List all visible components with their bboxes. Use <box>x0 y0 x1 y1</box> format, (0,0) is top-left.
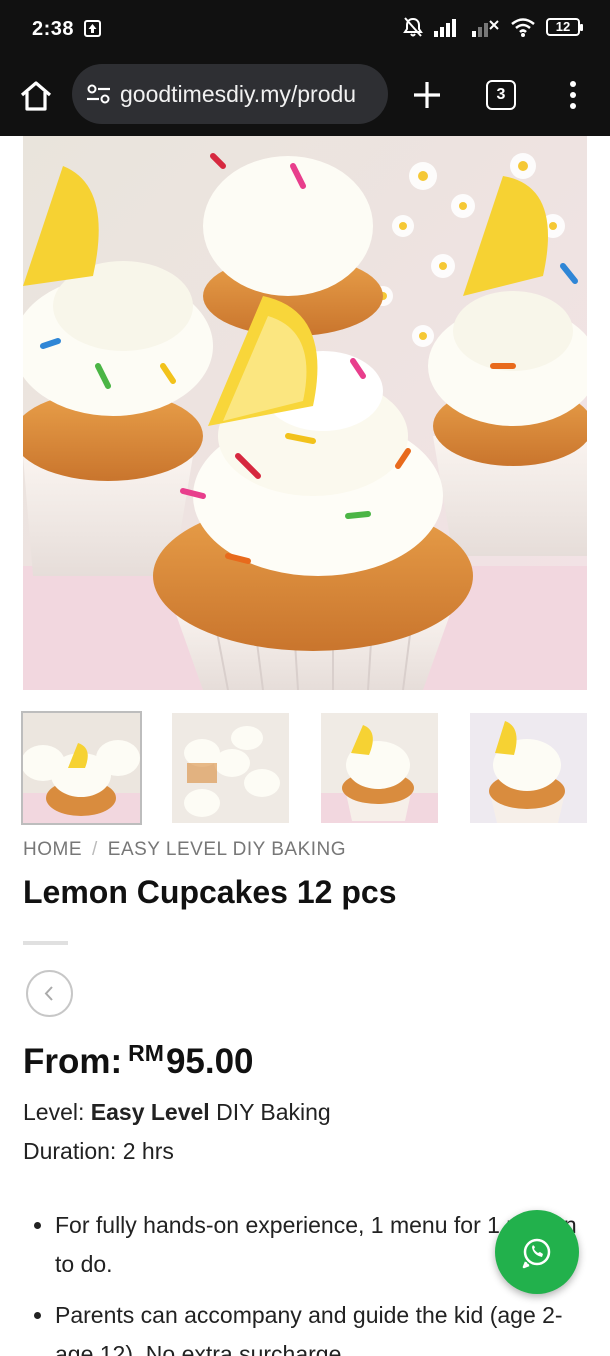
breadcrumb-category-link[interactable]: EASY LEVEL DIY BAKING <box>108 839 346 860</box>
thumbnail-1[interactable] <box>21 711 142 825</box>
price-amount: 95.00 <box>165 1042 254 1081</box>
mute-icon <box>403 17 423 37</box>
thumbnail-2[interactable] <box>172 713 289 823</box>
thumbnail-strip <box>21 711 587 825</box>
product-main-image[interactable] <box>23 136 587 690</box>
level-label: Level: <box>23 1099 85 1125</box>
thumbnail-3[interactable] <box>321 713 438 823</box>
product-title: Lemon Cupcakes 12 pcs <box>23 874 397 910</box>
product-price: From: RM95.00 <box>23 1040 254 1082</box>
price-prefix: From: <box>23 1042 123 1081</box>
more-vert-icon[interactable] <box>562 80 584 110</box>
signal-weak-icon <box>472 20 499 37</box>
thumbnail-4[interactable] <box>470 713 587 823</box>
status-icons: 12 <box>402 16 583 38</box>
list-item: Parents can accompany and guide the kid … <box>23 1296 593 1356</box>
chevron-left-icon <box>44 986 53 1001</box>
duration-line: Duration: 2 hrs <box>23 1138 174 1164</box>
home-icon[interactable] <box>18 78 54 114</box>
price-currency: RM <box>128 1040 164 1066</box>
status-time: 2:38 <box>32 18 75 40</box>
plus-icon[interactable] <box>410 78 444 112</box>
tabs-icon[interactable]: 3 <box>486 80 516 110</box>
wifi-icon <box>511 18 535 37</box>
url-text[interactable]: goodtimesdiy.my/produ <box>120 81 382 108</box>
level-suffix: DIY Baking <box>216 1099 331 1125</box>
title-divider <box>23 941 68 945</box>
whatsapp-icon <box>522 1238 551 1269</box>
address-bar[interactable]: goodtimesdiy.my/produ <box>72 64 388 124</box>
whatsapp-button[interactable] <box>495 1210 579 1294</box>
upload-icon <box>84 20 101 37</box>
breadcrumb-home-link[interactable]: HOME <box>23 839 82 860</box>
status-bar: 2:38 12 <box>0 0 610 60</box>
level-value: Easy Level <box>90 1099 210 1125</box>
level-line: Level: Easy Level DIY Baking <box>23 1099 331 1126</box>
tune-icon[interactable] <box>84 79 114 109</box>
breadcrumb: HOME / EASY LEVEL DIY BAKING <box>23 839 346 861</box>
battery-icon: 12 <box>546 18 583 36</box>
previous-product-button[interactable] <box>26 970 73 1017</box>
breadcrumb-separator: / <box>92 839 98 860</box>
browser-toolbar: goodtimesdiy.my/produ 3 <box>0 60 610 136</box>
signal-icon <box>434 19 456 37</box>
